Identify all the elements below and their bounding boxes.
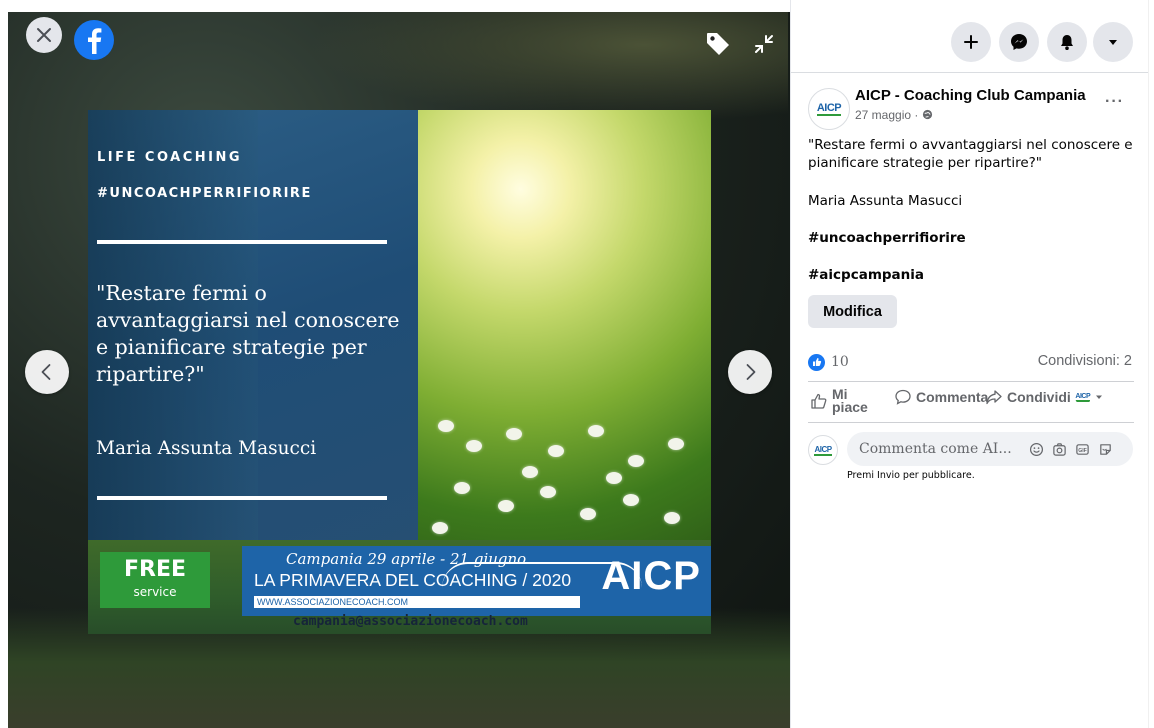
chevron-left-icon [41,364,51,380]
poster-author: Maria Assunta Masucci [96,438,317,459]
comment-icon [895,389,911,405]
avatar-logo-text: AICP [814,444,832,456]
like-button[interactable]: Mi piace [810,387,868,415]
messenger-icon [1011,34,1027,50]
poster-meadow-photo [418,110,711,550]
share-icon [986,390,1002,405]
shares-count[interactable]: Condivisioni: 2 [1038,353,1132,369]
post-text-line: "Restare fermi o avvantaggiarsi nel cono… [808,137,1133,153]
sticker-icon [1099,443,1111,455]
caret-down-icon [1109,40,1117,45]
actions-divider [808,381,1134,382]
chevron-right-icon [746,364,756,380]
facebook-logo-button[interactable] [74,20,114,60]
facebook-logo-icon [88,28,102,54]
reactions-summary[interactable]: 10 [808,353,849,371]
sticker-button[interactable] [1097,441,1113,457]
post-image: LIFE COACHING #UNCOACHPERRIFIORIRE "Rest… [88,110,711,634]
post-timestamp[interactable]: 27 maggio · [855,108,933,122]
close-icon [37,28,51,42]
bell-icon [1061,35,1073,50]
aicp-logo: AICP [601,554,701,598]
photo-button[interactable] [1051,441,1067,457]
tag-photo-button[interactable] [702,28,734,60]
like-count: 10 [831,354,849,370]
like-label: piace [832,399,868,415]
event-banner: Campania 29 aprile - 21 giugno LA PRIMAV… [242,546,711,616]
scrollbar-track[interactable] [1148,0,1154,728]
comment-box[interactable]: GIF [847,432,1133,466]
free-label: FREE [123,557,187,582]
page-name-link[interactable]: AICP - Coaching Club Campania [855,87,1086,104]
notifications-button[interactable] [1047,22,1087,62]
hashtag-link[interactable]: #aicpcampania [808,266,924,284]
camera-icon [1052,442,1066,456]
post-side-panel: AICP AICP - Coaching Club Campania 27 ma… [790,0,1149,728]
avatar-logo-text: AICP [1075,392,1091,402]
next-photo-button[interactable] [728,350,772,394]
plus-icon [964,35,978,49]
previous-photo-button[interactable] [25,350,69,394]
account-menu-button[interactable] [1093,22,1133,62]
thumbs-up-icon [811,393,827,409]
banner-website: WWW.ASSOCIAZIONECOACH.COM [254,596,580,608]
globe-icon [922,109,932,120]
poster-divider [97,240,387,244]
comment-button[interactable]: Commenta [894,388,988,406]
create-button[interactable] [951,22,991,62]
like-reaction-icon [808,353,825,371]
press-enter-hint: Premi Invio per pubblicare. [847,470,975,481]
svg-text:GIF: GIF [1078,447,1087,453]
service-label: service [133,585,177,599]
banner-dates: Campania 29 aprile - 21 giugno [286,550,527,568]
poster-label: LIFE COACHING [97,150,243,165]
post-options-button[interactable]: ··· [1105,93,1124,111]
comment-label: Commenta [916,389,989,405]
messenger-button[interactable] [999,22,1039,62]
close-button[interactable] [26,17,62,53]
commenter-avatar[interactable]: AICP [808,435,838,465]
poster-email: campania@associazionecoach.com [293,614,528,629]
page-avatar[interactable]: AICP [808,88,850,130]
gif-icon: GIF [1075,443,1089,455]
free-service-badge: FREE service [100,552,210,608]
post-text-line: pianificare strategie per ripartire?" [808,155,1043,171]
gif-button[interactable]: GIF [1074,441,1090,457]
emoji-icon [1029,442,1043,456]
header-divider [791,72,1149,73]
share-as-avatar: AICP [1074,389,1091,405]
banner-event-title: LA PRIMAVERA DEL COACHING / 2020 [254,570,572,590]
post-date-text: 27 maggio · [855,108,919,122]
hashtag-link[interactable]: #uncoachperrifiorire [808,229,966,247]
poster-divider [97,496,387,500]
tag-icon [707,33,729,55]
emoji-button[interactable] [1028,441,1044,457]
avatar-logo-text: AICP [816,102,842,116]
edit-post-button[interactable]: Modifica [808,295,897,328]
minimize-button[interactable] [748,28,780,60]
poster-hashtag: #UNCOACHPERRIFIORIRE [97,186,312,201]
poster-quote: "Restare fermi o avvantaggiarsi nel cono… [96,281,400,386]
post-author-text: Maria Assunta Masucci [808,193,963,209]
share-button[interactable]: Condividi AICP [985,388,1103,406]
comment-input[interactable] [859,441,1021,457]
minimize-icon [755,35,773,53]
actions-divider [808,422,1134,423]
share-label: Condividi [1007,389,1071,405]
photo-viewer: LIFE COACHING #UNCOACHPERRIFIORIRE "Rest… [8,12,790,728]
caret-down-icon [1095,395,1102,399]
